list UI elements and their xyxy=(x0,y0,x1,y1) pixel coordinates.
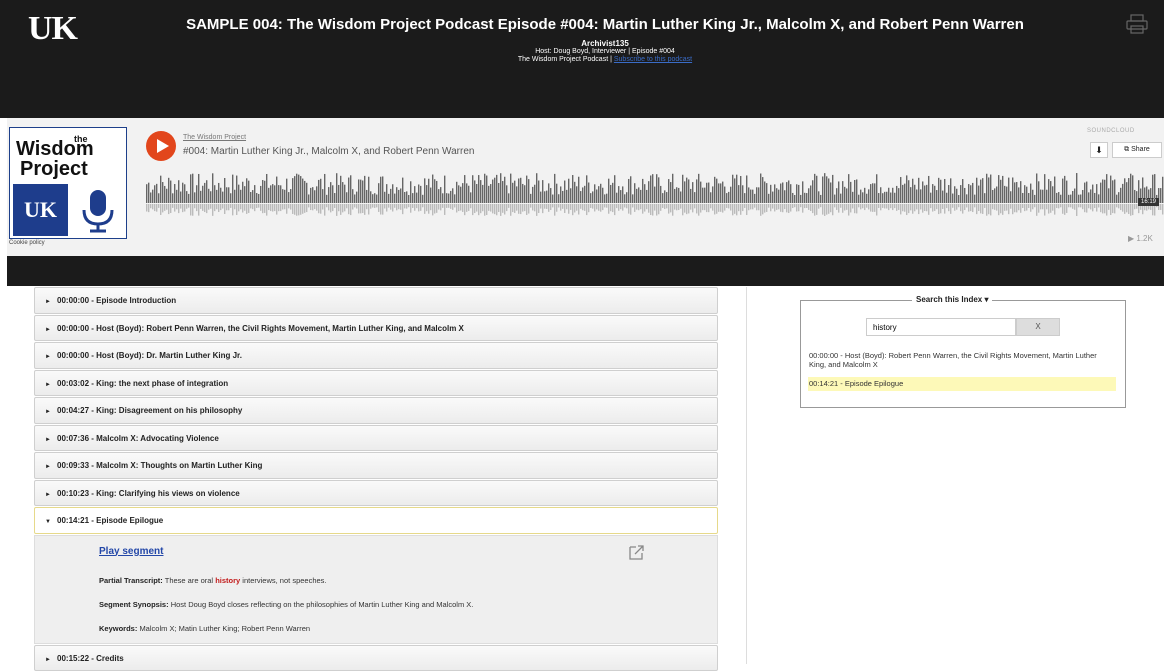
search-input[interactable] xyxy=(866,318,1016,336)
track-title[interactable]: #004: Martin Luther King Jr., Malcolm X,… xyxy=(183,146,474,157)
soundcloud-logo[interactable]: SOUNDCLOUD xyxy=(1087,128,1135,134)
search-hit: history xyxy=(215,575,241,585)
waveform[interactable] xyxy=(146,165,1164,225)
collapsed-arrow-icon: ► xyxy=(45,299,51,305)
download-icon: ⬇ xyxy=(1095,145,1103,155)
segment-label: 00:00:00 - Episode Introduction xyxy=(57,296,177,305)
collapsed-arrow-icon: ► xyxy=(45,381,51,388)
transcript-text: These are oral xyxy=(164,575,214,585)
page-title: SAMPLE 004: The Wisdom Project Podcast E… xyxy=(186,16,1024,33)
collapsed-arrow-icon: ► xyxy=(45,354,51,360)
segment-header-active[interactable]: ▼ 00:14:21 - Episode Epilogue xyxy=(34,507,718,534)
play-button[interactable] xyxy=(146,131,176,161)
clear-search-button[interactable]: X xyxy=(1016,318,1060,336)
partial-transcript: Partial Transcript: These are oral histo… xyxy=(99,576,327,585)
segment-header[interactable]: ► 00:10:23 - King: Clarifying his views o… xyxy=(34,479,718,506)
play-segment-link[interactable]: Play segment xyxy=(99,546,163,557)
collapsed-arrow-icon: ► xyxy=(45,326,51,333)
segment-header[interactable]: ► 00:00:00 - Host (Boyd): Dr. Martin Luth… xyxy=(34,342,718,369)
segment-label: 00:03:02 - King: the next phase of integ… xyxy=(57,378,229,388)
track-user-link[interactable]: The Wisdom Project xyxy=(183,134,246,141)
share-label: Share xyxy=(1131,146,1150,153)
segment-label: 00:00:00 - Host (Boyd): Robert Penn Warr… xyxy=(57,323,464,333)
podcast-label: The Wisdom Project Podcast | xyxy=(517,56,612,63)
subscribe-link[interactable]: Subscribe to this podcast xyxy=(614,56,692,63)
segment-header[interactable]: ► 00:00:00 - Episode Introduction xyxy=(34,287,718,314)
share-button[interactable]: ⧉ Share xyxy=(1112,142,1162,158)
interview-meta: Archivist135 Host: Doug Boyd, Interviewe… xyxy=(110,40,1100,64)
share-icon: ⧉ xyxy=(1124,146,1130,153)
segment-keywords: Keywords: Malcolm X; Matin Luther King; … xyxy=(99,624,310,633)
expanded-arrow-icon: ▼ xyxy=(45,519,51,525)
collapsed-arrow-icon: ► xyxy=(45,436,51,443)
collapsed-arrow-icon: ► xyxy=(45,491,51,498)
track-duration: 16:19 xyxy=(1138,198,1160,206)
collapsed-arrow-icon: ► xyxy=(45,464,51,470)
synopsis-text: Host Doug Boyd closes reflecting on the … xyxy=(170,599,474,609)
logo-line2: Project xyxy=(20,158,88,180)
microphone-icon xyxy=(72,184,124,236)
segment-synopsis: Segment Synopsis: Host Doug Boyd closes … xyxy=(99,600,473,609)
segment-label: 00:14:21 - Episode Epilogue xyxy=(57,516,164,525)
download-button[interactable]: ⬇ xyxy=(1090,142,1108,158)
segment-header[interactable]: ► 00:07:36 - Malcolm X: Advocating Violen… xyxy=(34,424,718,451)
segment-header[interactable]: ► 00:09:33 - Malcolm X: Thoughts on Marti… xyxy=(34,452,718,479)
segment-header[interactable]: ► 00:03:02 - King: the next phase of inte… xyxy=(34,369,718,396)
uk-logo[interactable]: UK xyxy=(28,10,78,48)
keywords-label: Keywords: xyxy=(99,623,138,633)
transcript-text: interviews, not speeches. xyxy=(242,575,327,585)
transcript-label: Partial Transcript: xyxy=(99,575,163,585)
segment-header[interactable]: ► 00:00:00 - Host (Boyd): Robert Penn War… xyxy=(34,314,718,341)
segment-label: 00:15:22 - Credits xyxy=(57,653,124,663)
search-result-active[interactable]: 00:14:21 - Episode Epilogue xyxy=(808,377,1116,391)
host-line: Host: Doug Boyd, Interviewer | Episode #… xyxy=(535,48,675,55)
archivist-name: Archivist135 xyxy=(581,39,629,48)
segment-index: ► 00:00:00 - Episode Introduction ► 00:00:… xyxy=(34,287,718,672)
search-legend-toggle[interactable]: Search this Index ▾ xyxy=(912,295,993,304)
segment-label: 00:09:33 - Malcolm X: Thoughts on Martin… xyxy=(57,461,263,470)
segment-label: 00:10:23 - King: Clarifying his views on… xyxy=(57,488,240,498)
cookie-policy-link[interactable]: Cookie policy xyxy=(9,240,45,246)
share-segment-icon[interactable] xyxy=(627,542,647,562)
segment-header[interactable]: ► 00:04:27 - King: Disagreement on his ph… xyxy=(34,397,718,424)
printer-icon[interactable] xyxy=(1126,14,1148,34)
player-footer-bar xyxy=(7,256,1164,286)
segment-header[interactable]: ► 00:15:22 - Credits xyxy=(34,644,718,671)
segment-label: 00:07:36 - Malcolm X: Advocating Violenc… xyxy=(57,433,219,443)
segment-label: 00:04:27 - King: Disagreement on his phi… xyxy=(57,406,243,415)
wisdom-project-logo: the Wisdom Project UK xyxy=(9,127,127,239)
keywords-text: Malcolm X; Matin Luther King; Robert Pen… xyxy=(139,623,311,633)
podcast-line: The Wisdom Project Podcast | Subscribe t… xyxy=(110,56,1100,64)
search-result[interactable]: 00:00:00 - Host (Boyd): Robert Penn Warr… xyxy=(809,351,1114,369)
collapsed-arrow-icon: ► xyxy=(45,409,51,415)
synopsis-label: Segment Synopsis: xyxy=(99,599,169,609)
logo-uk-block: UK xyxy=(13,184,68,236)
play-count: ▶ 1.2K xyxy=(1128,234,1153,243)
header-bar: UK SAMPLE 004: The Wisdom Project Podcas… xyxy=(0,0,1164,118)
segment-detail: Play segment Partial Transcript: These a… xyxy=(34,534,718,644)
collapsed-arrow-icon: ► xyxy=(45,656,51,663)
segment-label: 00:00:00 - Host (Boyd): Dr. Martin Luthe… xyxy=(57,351,242,360)
